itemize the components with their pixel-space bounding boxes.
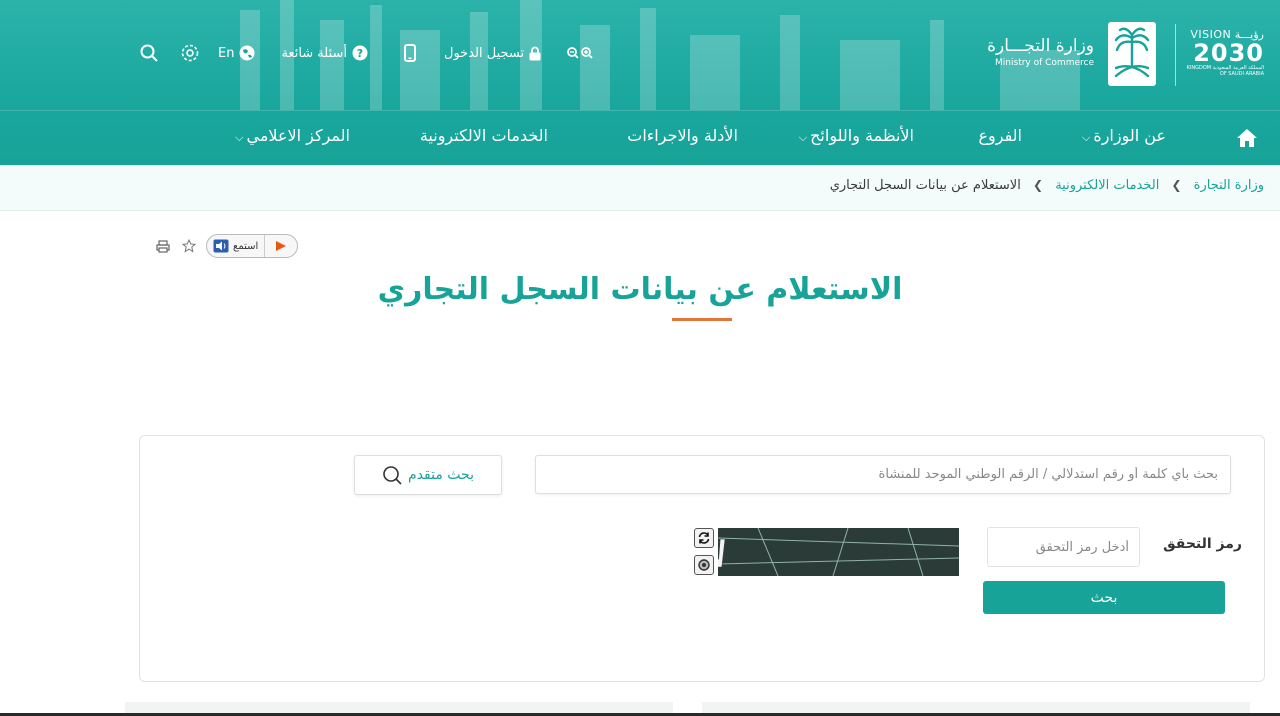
zoom-out-icon[interactable]: [567, 47, 579, 59]
question-icon: ?: [352, 45, 368, 61]
audio-captcha-icon[interactable]: [694, 555, 714, 575]
ministry-name-en: Ministry of Commerce: [995, 58, 1094, 68]
settings-icon[interactable]: [180, 43, 200, 63]
listen-label: استمع: [233, 240, 259, 252]
nav-item-eservices[interactable]: الخدمات الالكترونية: [420, 126, 548, 145]
play-icon: [264, 235, 297, 257]
captcha-input[interactable]: [987, 527, 1140, 567]
breadcrumb-item-eservices[interactable]: الخدمات الالكترونية: [1055, 178, 1159, 193]
nav-item-regulations[interactable]: الأنظمة واللوائح⌵: [799, 126, 914, 145]
mobile-app-icon[interactable]: [404, 44, 416, 62]
nav-item-guides[interactable]: الأدلة والاجراءات: [627, 126, 738, 145]
main-nav: عن الوزارة⌵ الفروع الأنظمة واللوائح⌵ الأ…: [0, 112, 1280, 165]
chevron-down-icon: ⌵: [235, 131, 244, 144]
breadcrumb-row: وزارة التجارة ❯ الخدمات الالكترونية ❯ ال…: [830, 178, 1264, 193]
vision-number: 2030: [1193, 39, 1264, 67]
breadcrumb-item-home[interactable]: وزارة التجارة: [1194, 178, 1264, 193]
header-tools: En أسئلة شائعة ? تسجيل الدخول: [140, 40, 593, 66]
breadcrumb-current: الاستعلام عن بيانات السجل التجاري: [829, 178, 1021, 193]
globe-icon: [239, 45, 255, 61]
favorite-star-icon[interactable]: [182, 239, 196, 253]
header-top-bar: رؤيـــة VISION 2030 المملكة العربية السع…: [0, 0, 1280, 110]
header-separator: [0, 110, 1280, 111]
nav-item-media-center[interactable]: المركز الاعلامي⌵: [235, 126, 350, 145]
search-submit-button[interactable]: بحث: [983, 581, 1225, 614]
nav-item-label: الأنظمة واللوائح: [810, 126, 914, 145]
nav-item-label: المركز الاعلامي: [246, 126, 351, 145]
refresh-captcha-icon[interactable]: [694, 528, 714, 548]
chevron-left-icon: ❯: [1171, 178, 1182, 192]
title-underline: [672, 318, 732, 321]
chevron-down-icon: ⌵: [1081, 131, 1091, 144]
lock-icon: [529, 46, 541, 60]
nav-item-label: عن الوزارة: [1093, 126, 1166, 145]
captcha-image: B1MYVW: [572, 527, 960, 576]
login-link[interactable]: تسجيل الدخول: [444, 46, 541, 61]
advanced-search-button[interactable]: بحث متقدم: [354, 455, 502, 495]
search-input[interactable]: [535, 455, 1231, 494]
chevron-down-icon: ⌵: [798, 131, 808, 144]
language-label: En: [218, 45, 235, 61]
vision-sub-text: المملكة العربية السعودية KINGDOM OF SAUD…: [1186, 65, 1264, 77]
ministry-logo-text[interactable]: وزارة التجـــارة Ministry of Commerce: [987, 36, 1094, 68]
svg-text:?: ?: [357, 47, 363, 60]
language-toggle[interactable]: En: [218, 45, 255, 61]
faq-link[interactable]: أسئلة شائعة ?: [281, 45, 368, 61]
nav-item-label: الفروع: [978, 126, 1022, 145]
page-tools: استمع: [156, 234, 299, 258]
zoom-in-icon[interactable]: [581, 47, 593, 59]
page: رؤيـــة VISION 2030 المملكة العربية السع…: [0, 0, 1280, 716]
search-icon: [383, 466, 402, 485]
nav-item-about[interactable]: عن الوزارة⌵: [1082, 126, 1166, 145]
nav-item-branches[interactable]: الفروع: [978, 126, 1022, 145]
nav-item-label: الأدلة والاجراءات: [627, 126, 738, 145]
login-label: تسجيل الدخول: [444, 45, 525, 61]
speaker-icon: [213, 239, 229, 253]
ministry-name-ar: وزارة التجـــارة: [987, 36, 1094, 56]
captcha-text: B1MYVW: [718, 532, 728, 576]
listen-part: استمع: [207, 235, 264, 257]
vision-2030-logo: رؤيـــة VISION 2030 المملكة العربية السع…: [1184, 28, 1264, 84]
saudi-emblem-icon: [1108, 22, 1156, 86]
logo-divider: [1175, 24, 1176, 86]
advanced-search-label: بحث متقدم: [408, 467, 474, 483]
page-title: الاستعلام عن بيانات السجل التجاري: [377, 272, 903, 307]
home-icon[interactable]: [1236, 128, 1258, 152]
search-icon[interactable]: [140, 44, 158, 62]
listen-button[interactable]: استمع: [206, 234, 299, 258]
breadcrumb: وزارة التجارة ❯ الخدمات الالكترونية ❯ ال…: [0, 165, 1280, 211]
faq-label: أسئلة شائعة: [281, 45, 347, 61]
chevron-left-icon: ❯: [1032, 178, 1044, 192]
print-icon[interactable]: [156, 239, 170, 253]
site-header: رؤيـــة VISION 2030 المملكة العربية السع…: [0, 0, 1280, 165]
nav-item-label: الخدمات الالكترونية: [419, 126, 548, 145]
captcha-label: رمز التحقق: [1163, 536, 1242, 552]
